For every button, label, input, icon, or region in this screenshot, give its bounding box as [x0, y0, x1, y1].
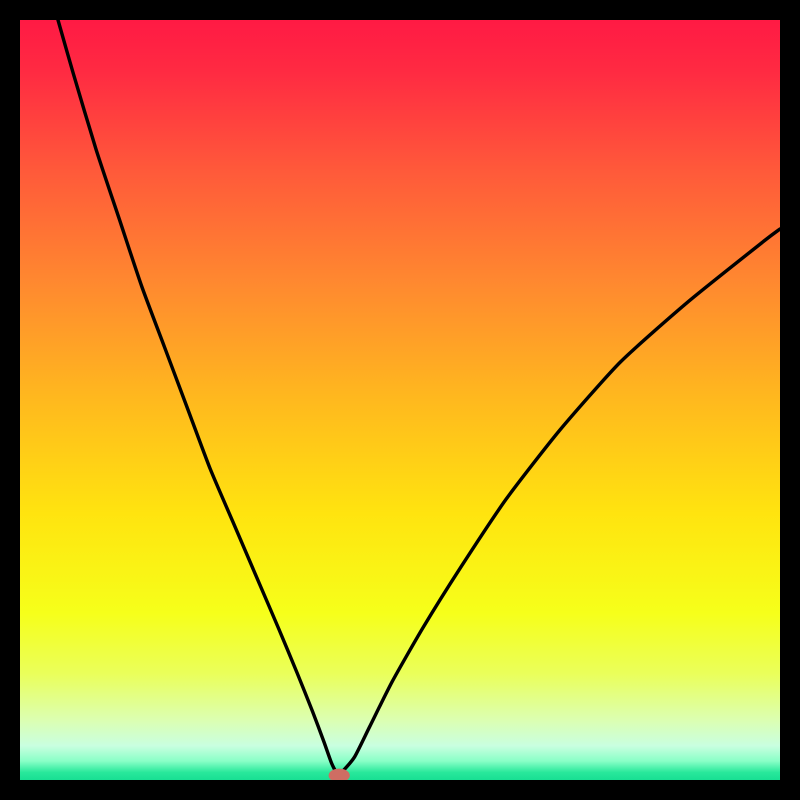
chart-frame: TheBottleneck.com — [20, 20, 780, 780]
bottleneck-chart — [20, 20, 780, 780]
